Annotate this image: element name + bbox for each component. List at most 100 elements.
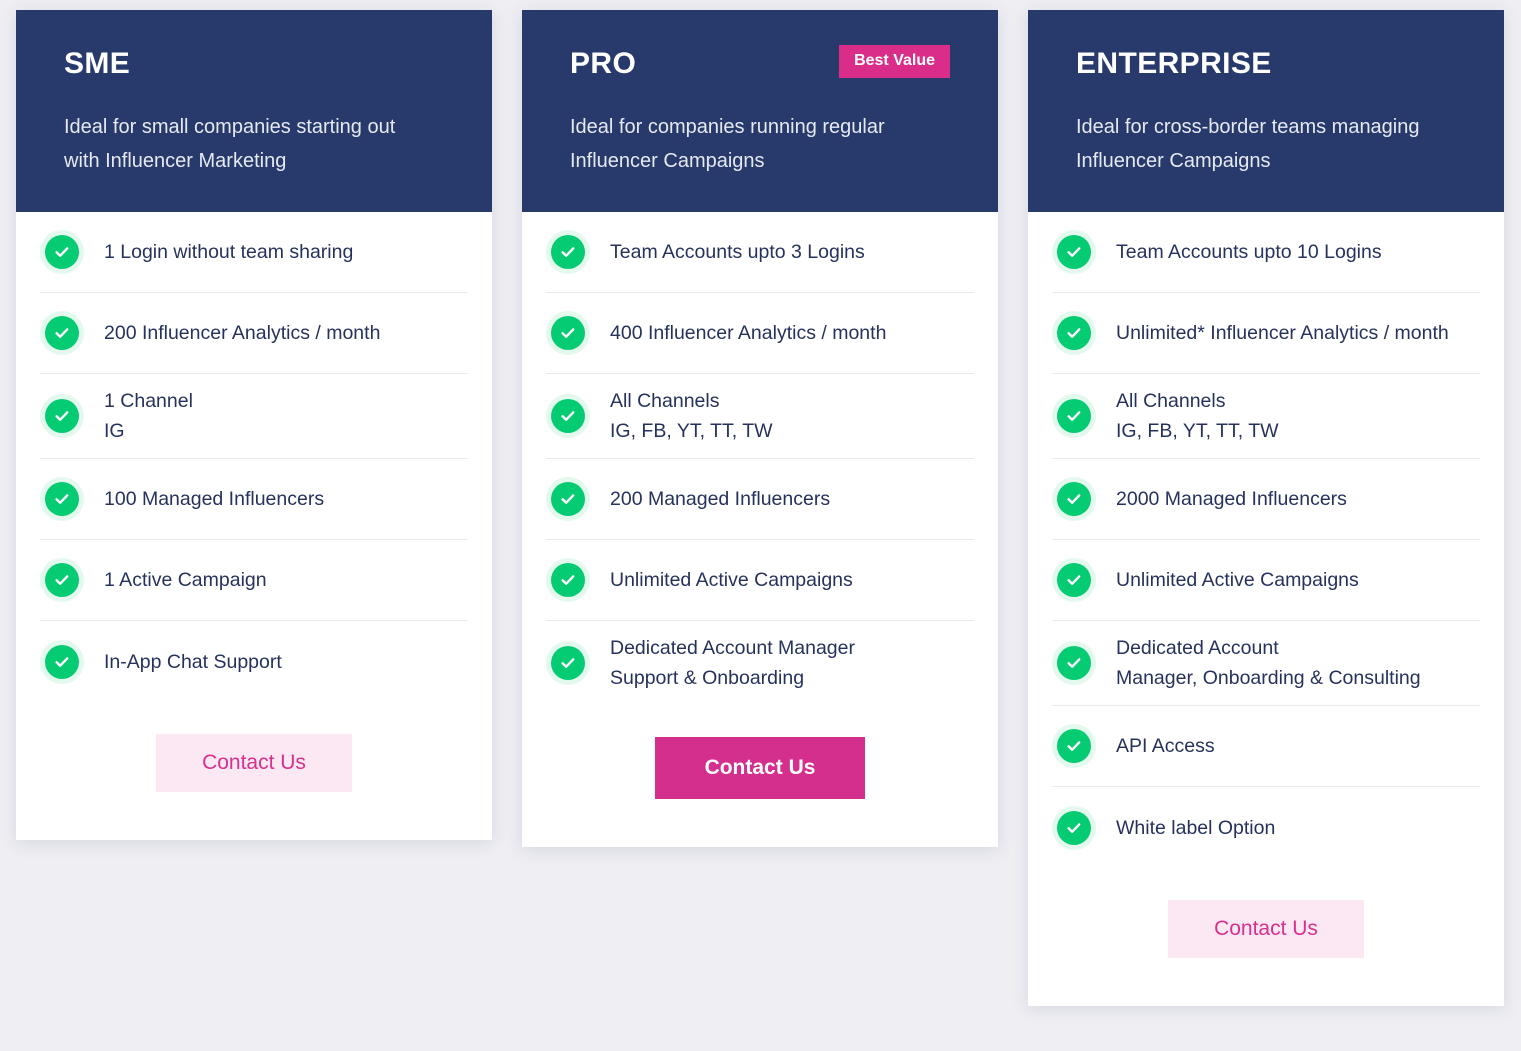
plan-title: PRO [570,44,636,84]
feature-list-enterprise: Team Accounts upto 10 Logins Unlimited* I… [1028,212,1504,868]
plan-header-enterprise: ENTERPRISE Ideal for cross-border teams m… [1028,10,1504,212]
feature-label: Dedicated Account [1116,637,1279,659]
feature-text: 2000 Managed Influencers [1116,484,1347,514]
feature-row: Dedicated Account Manager Support & Onboa… [546,621,974,705]
feature-row: 1 Login without team sharing [40,212,468,293]
feature-text: Team Accounts upto 3 Logins [610,237,865,267]
feature-text: 200 Influencer Analytics / month [104,318,380,348]
feature-list-pro: Team Accounts upto 3 Logins 400 Influence… [522,212,998,705]
feature-label: In-App Chat Support [104,651,282,673]
feature-row: White label Option [1052,787,1480,868]
feature-label: All Channels [610,390,719,412]
feature-text: 400 Influencer Analytics / month [610,318,886,348]
pricing-plans-grid: SME Ideal for small companies starting ou… [0,0,1521,1006]
plan-header-pro: PROBest ValueIdeal for companies running… [522,10,998,212]
feature-text: All Channels IG, FB, YT, TT, TW [1116,386,1279,446]
best-value-badge: Best Value [839,45,950,78]
plan-title-row: PRO Best Value [570,44,950,84]
feature-row: Unlimited Active Campaigns [546,540,974,621]
feature-sublabel: Manager, Onboarding & Consulting [1116,663,1421,693]
feature-label: 1 Channel [104,390,193,412]
feature-row: Unlimited* Influencer Analytics / month [1052,293,1480,374]
feature-text: In-App Chat Support [104,647,282,677]
check-icon [546,641,590,685]
feature-row: Team Accounts upto 3 Logins [546,212,974,293]
feature-row: Unlimited Active Campaigns [1052,540,1480,621]
feature-row: 1 ChannelIG [40,374,468,459]
feature-label: Team Accounts upto 10 Logins [1116,241,1382,263]
check-icon [40,558,84,602]
feature-label: Unlimited Active Campaigns [1116,569,1359,591]
feature-text: White label Option [1116,813,1275,843]
feature-row: 2000 Managed Influencers [1052,459,1480,540]
feature-label: 2000 Managed Influencers [1116,488,1347,510]
card-footer: Contact Us [522,705,998,847]
feature-text: Dedicated Account Manager, Onboarding & C… [1116,633,1421,693]
plan-subtitle: Ideal for small companies starting out w… [64,110,434,178]
check-icon [40,230,84,274]
feature-label: Dedicated Account Manager [610,637,855,659]
contact-us-button-enterprise[interactable]: Contact Us [1168,900,1364,958]
contact-us-button-sme[interactable]: Contact Us [156,734,352,792]
feature-row: Dedicated Account Manager, Onboarding & C… [1052,621,1480,706]
feature-label: 200 Managed Influencers [610,488,830,510]
feature-text: 200 Managed Influencers [610,484,830,514]
feature-label: 200 Influencer Analytics / month [104,322,380,344]
check-icon [40,311,84,355]
feature-text: Unlimited* Influencer Analytics / month [1116,318,1449,348]
feature-text: Unlimited Active Campaigns [1116,565,1359,595]
feature-text: 1 ChannelIG [104,386,193,446]
feature-sublabel: Support & Onboarding [610,663,855,693]
feature-label: White label Option [1116,817,1275,839]
feature-text: 1 Login without team sharing [104,237,353,267]
feature-label: 400 Influencer Analytics / month [610,322,886,344]
check-icon [1052,477,1096,521]
feature-row: All Channels IG, FB, YT, TT, TW [1052,374,1480,459]
feature-row: All ChannelsIG, FB, YT, TT, TW [546,374,974,459]
check-icon [40,477,84,521]
feature-text: Unlimited Active Campaigns [610,565,853,595]
feature-row: In-App Chat Support [40,621,468,702]
feature-row: 100 Managed Influencers [40,459,468,540]
check-icon [1052,311,1096,355]
feature-row: API Access [1052,706,1480,787]
check-icon [1052,394,1096,438]
plan-title: ENTERPRISE [1076,44,1272,84]
feature-label: API Access [1116,735,1215,757]
plan-subtitle: Ideal for cross-border teams managing In… [1076,110,1446,178]
feature-text: API Access [1116,731,1215,761]
feature-list-sme: 1 Login without team sharing 200 Influenc… [16,212,492,702]
plan-header-sme: SME Ideal for small companies starting ou… [16,10,492,212]
check-icon [546,558,590,602]
feature-row: 1 Active Campaign [40,540,468,621]
card-footer: Contact Us [16,702,492,840]
feature-label: 1 Active Campaign [104,569,267,591]
check-icon [546,477,590,521]
plan-title-row: SME [64,44,444,84]
check-icon [1052,558,1096,602]
plan-title: SME [64,44,130,84]
feature-label: Unlimited* Influencer Analytics / month [1116,322,1449,344]
feature-row: 200 Managed Influencers [546,459,974,540]
feature-text: 100 Managed Influencers [104,484,324,514]
card-footer: Contact Us [1028,868,1504,1006]
plan-card-pro: PROBest ValueIdeal for companies running… [522,10,998,847]
feature-label: Team Accounts upto 3 Logins [610,241,865,263]
feature-text: Team Accounts upto 10 Logins [1116,237,1382,267]
check-icon [1052,724,1096,768]
feature-row: 400 Influencer Analytics / month [546,293,974,374]
plan-card-sme: SME Ideal for small companies starting ou… [16,10,492,840]
contact-us-button-pro[interactable]: Contact Us [655,737,866,799]
check-icon [1052,806,1096,850]
feature-sublabel: IG, FB, YT, TT, TW [1116,416,1279,446]
feature-label: Unlimited Active Campaigns [610,569,853,591]
check-icon [546,230,590,274]
check-icon [546,311,590,355]
check-icon [40,640,84,684]
check-icon [40,394,84,438]
feature-label: All Channels [1116,390,1225,412]
feature-text: Dedicated Account Manager Support & Onboa… [610,633,855,693]
check-icon [1052,641,1096,685]
feature-row: Team Accounts upto 10 Logins [1052,212,1480,293]
check-icon [1052,230,1096,274]
